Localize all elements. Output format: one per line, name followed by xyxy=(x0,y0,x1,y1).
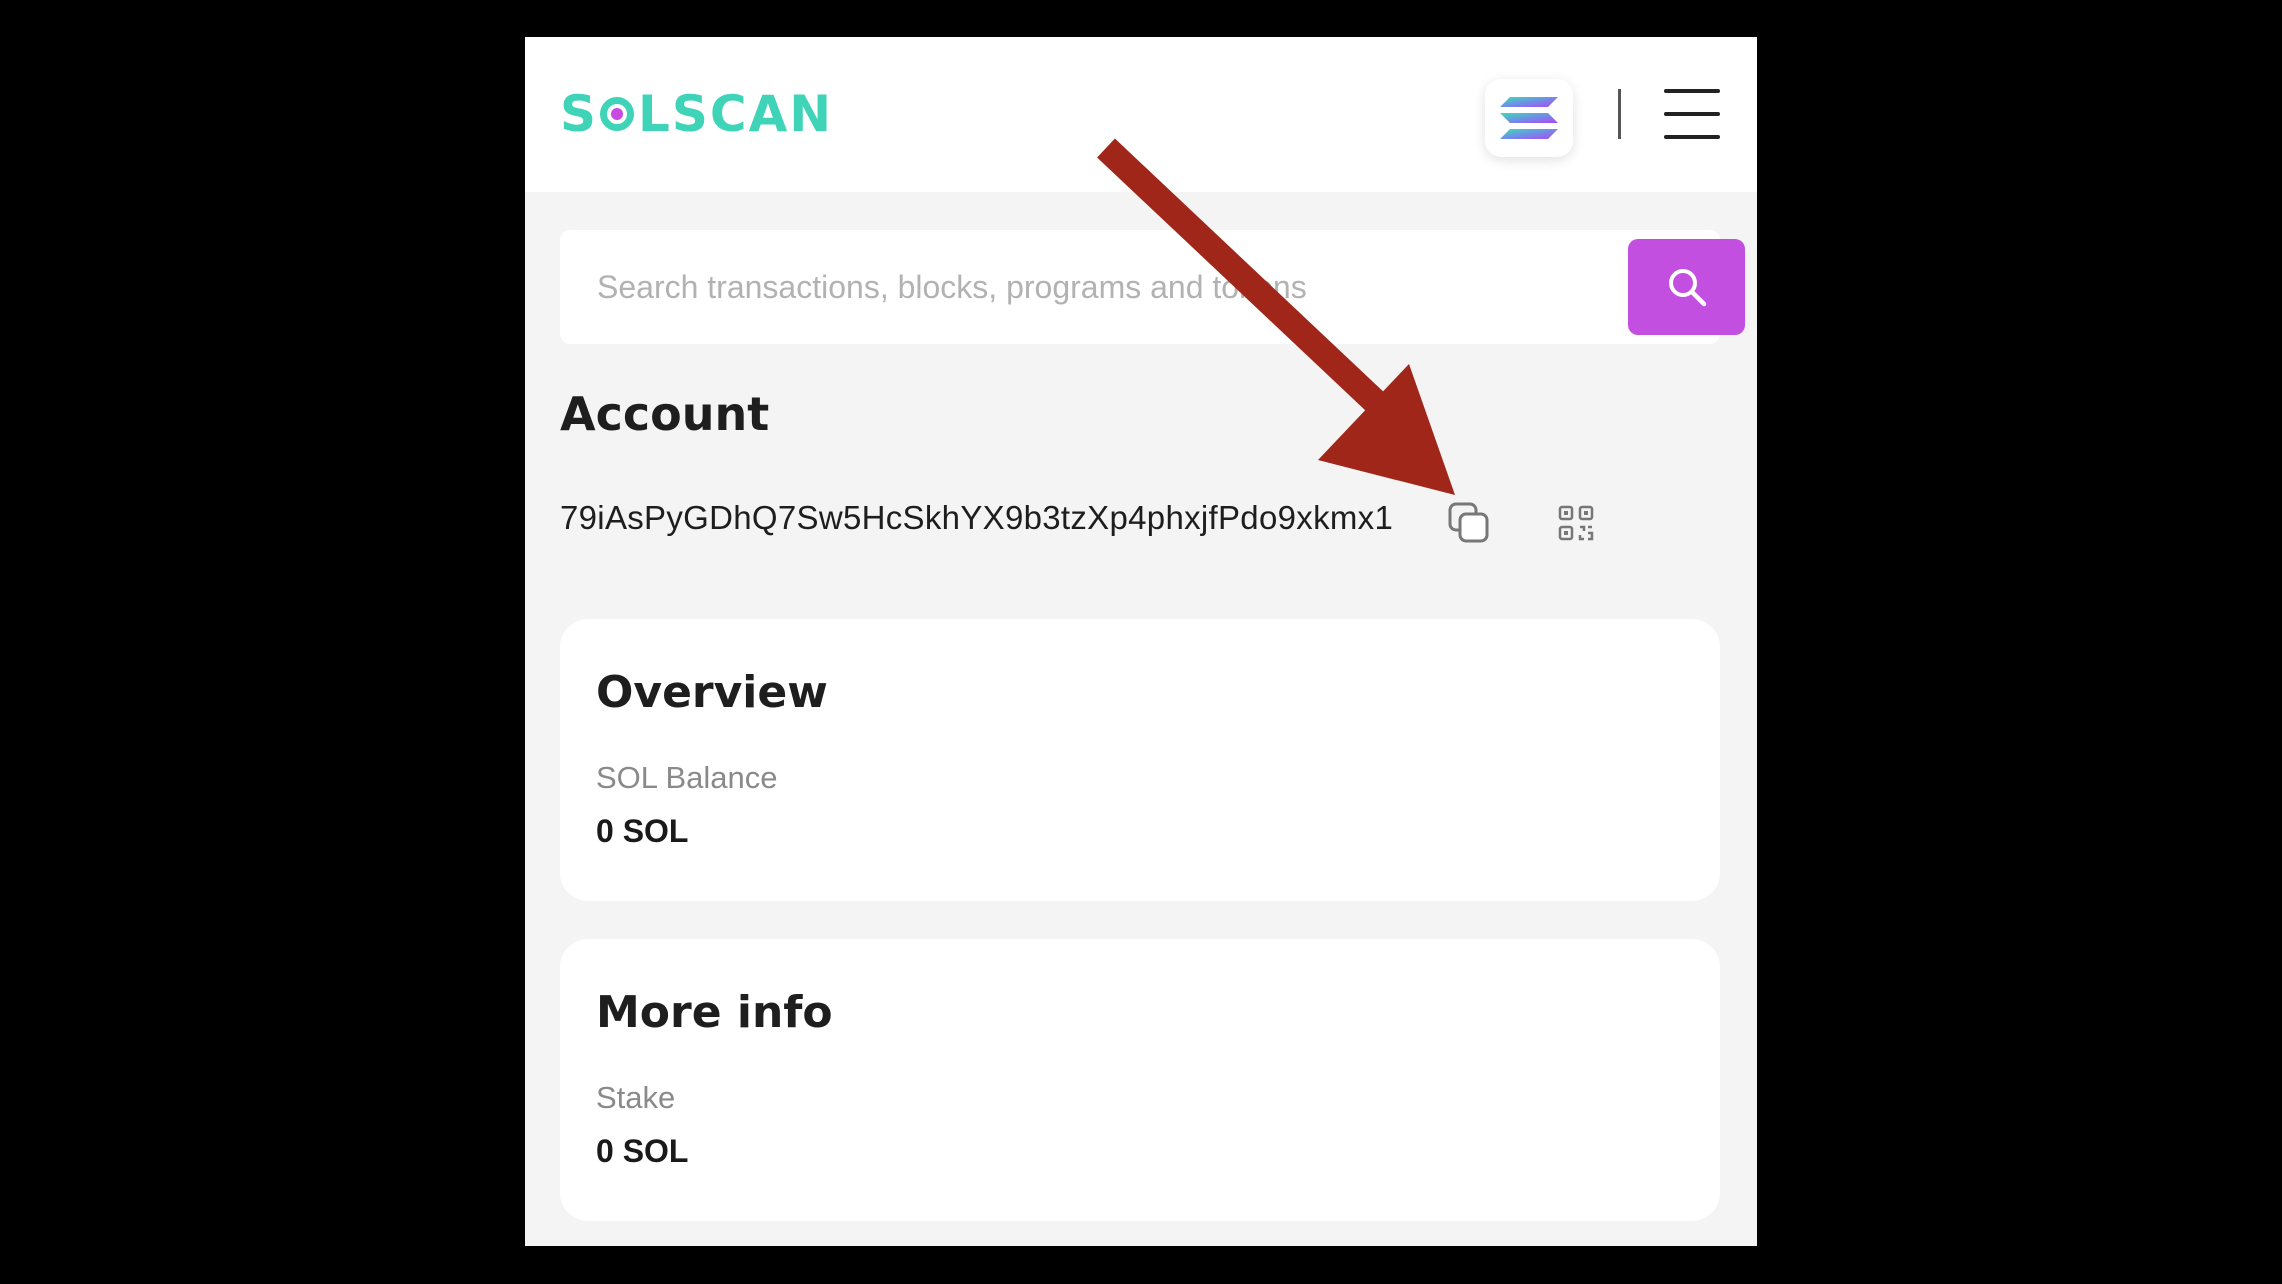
sol-balance-value: 0 SOL xyxy=(596,813,689,849)
overview-title: Overview xyxy=(596,667,828,718)
solana-logo-icon xyxy=(1500,97,1558,139)
account-heading: Account xyxy=(560,387,770,441)
search-input[interactable] xyxy=(560,230,1600,344)
logo-o-mark-icon xyxy=(600,97,635,131)
sol-balance-label: SOL Balance xyxy=(596,760,778,795)
network-switch-button[interactable] xyxy=(1485,79,1573,157)
hamburger-menu-line xyxy=(1664,135,1720,139)
copy-address-button[interactable] xyxy=(1447,501,1491,545)
screenshot-stage: S LSCAN Search transactions, blocks, pro… xyxy=(0,0,2282,1284)
more-info-card: More info Stake 0 SOL xyxy=(560,939,1720,1221)
solscan-logo[interactable]: S LSCAN xyxy=(560,84,833,144)
hamburger-menu-icon xyxy=(1664,89,1720,93)
header-divider xyxy=(1618,89,1621,139)
qr-code-button[interactable] xyxy=(1558,505,1594,541)
top-navigation-bar: S LSCAN xyxy=(525,37,1757,192)
qr-code-icon xyxy=(1558,505,1594,541)
solscan-mobile-page: S LSCAN Search transactions, blocks, pro… xyxy=(525,37,1757,1246)
logo-text-left: S xyxy=(560,85,599,143)
overview-card: Overview SOL Balance 0 SOL xyxy=(560,619,1720,901)
copy-icon xyxy=(1448,502,1489,543)
search-bar xyxy=(560,230,1745,344)
hamburger-menu-line xyxy=(1664,112,1720,116)
search-button[interactable] xyxy=(1628,239,1745,335)
logo-text-right: LSCAN xyxy=(638,85,834,143)
more-info-title: More info xyxy=(596,987,833,1038)
stake-label: Stake xyxy=(596,1080,676,1115)
search-icon xyxy=(1668,269,1706,307)
hamburger-menu-button[interactable] xyxy=(1664,89,1720,139)
stake-value: 0 SOL xyxy=(596,1133,689,1169)
account-address: 79iAsPyGDhQ7Sw5HcSkhYX9b3tzXp4phxjfPdo9x… xyxy=(560,499,1394,536)
